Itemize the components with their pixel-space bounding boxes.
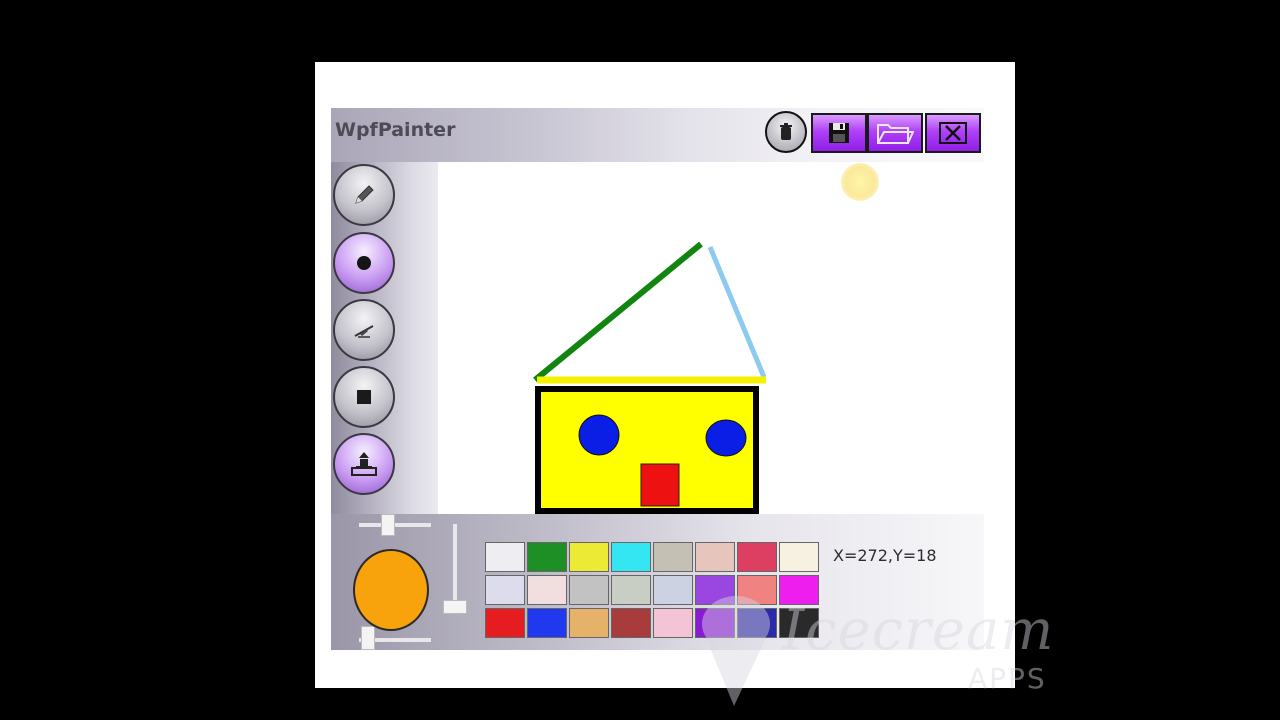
left-eye xyxy=(578,414,620,456)
color-swatch[interactable] xyxy=(695,542,735,572)
brush-width-slider-thumb[interactable] xyxy=(381,514,395,536)
cursor-coordinates: X=272,Y=18 xyxy=(833,546,937,565)
color-swatch[interactable] xyxy=(485,575,525,605)
line-tool[interactable] xyxy=(333,299,395,361)
close-x-icon xyxy=(939,122,967,144)
pencil-tool[interactable] xyxy=(333,164,395,226)
color-swatch[interactable] xyxy=(569,575,609,605)
title-bar: WpfPainter xyxy=(331,108,984,162)
color-swatch[interactable] xyxy=(653,575,693,605)
color-swatch[interactable] xyxy=(527,608,567,638)
clear-button[interactable] xyxy=(765,111,807,153)
square-icon xyxy=(357,390,371,404)
brush-width-slider-track[interactable] xyxy=(359,523,431,527)
line-brush-icon xyxy=(354,325,374,338)
rectangle-tool[interactable] xyxy=(333,366,395,428)
trash-icon xyxy=(780,123,792,140)
open-button[interactable] xyxy=(867,113,923,153)
color-swatch[interactable] xyxy=(527,575,567,605)
color-swatch[interactable] xyxy=(527,542,567,572)
paint-bucket-icon xyxy=(351,452,377,476)
ice-cream-logo-icon xyxy=(702,596,770,706)
canvas-drawing xyxy=(533,241,767,514)
brush-height-slider-thumb[interactable] xyxy=(443,600,467,614)
color-swatch[interactable] xyxy=(653,542,693,572)
brush-color-preview xyxy=(353,549,429,631)
color-swatch[interactable] xyxy=(611,608,651,638)
ellipse-tool[interactable] xyxy=(333,232,395,294)
pencil-icon xyxy=(355,185,374,204)
roof-left-line xyxy=(533,241,703,383)
color-swatch[interactable] xyxy=(653,608,693,638)
color-swatch[interactable] xyxy=(611,575,651,605)
color-swatch[interactable] xyxy=(779,542,819,572)
color-swatch[interactable] xyxy=(485,608,525,638)
roof-right-line xyxy=(707,246,767,378)
brush-opacity-slider-thumb[interactable] xyxy=(361,626,375,650)
icecream-apps-watermark: Icecream APPS xyxy=(690,592,1060,710)
wpfpainter-window: WpfPainter X=272,Y=18 xyxy=(331,108,984,650)
door xyxy=(640,463,680,507)
color-swatch[interactable] xyxy=(485,542,525,572)
color-swatch[interactable] xyxy=(611,542,651,572)
watermark-sub-text: APPS xyxy=(968,662,1047,695)
app-title: WpfPainter xyxy=(335,119,456,141)
circle-dot-icon xyxy=(357,256,371,270)
fill-tool[interactable] xyxy=(333,433,395,495)
color-swatch[interactable] xyxy=(569,608,609,638)
right-eye xyxy=(705,419,747,457)
floppy-disk-icon xyxy=(829,123,849,143)
watermark-script-text: Icecream xyxy=(782,598,1055,663)
color-swatch[interactable] xyxy=(569,542,609,572)
tool-palette xyxy=(331,162,438,514)
folder-open-icon xyxy=(877,124,914,144)
save-button[interactable] xyxy=(811,113,867,153)
drawing-canvas[interactable] xyxy=(438,162,984,514)
close-button[interactable] xyxy=(925,113,981,153)
color-swatch[interactable] xyxy=(737,542,777,572)
mouse-cursor-highlight xyxy=(841,163,879,201)
